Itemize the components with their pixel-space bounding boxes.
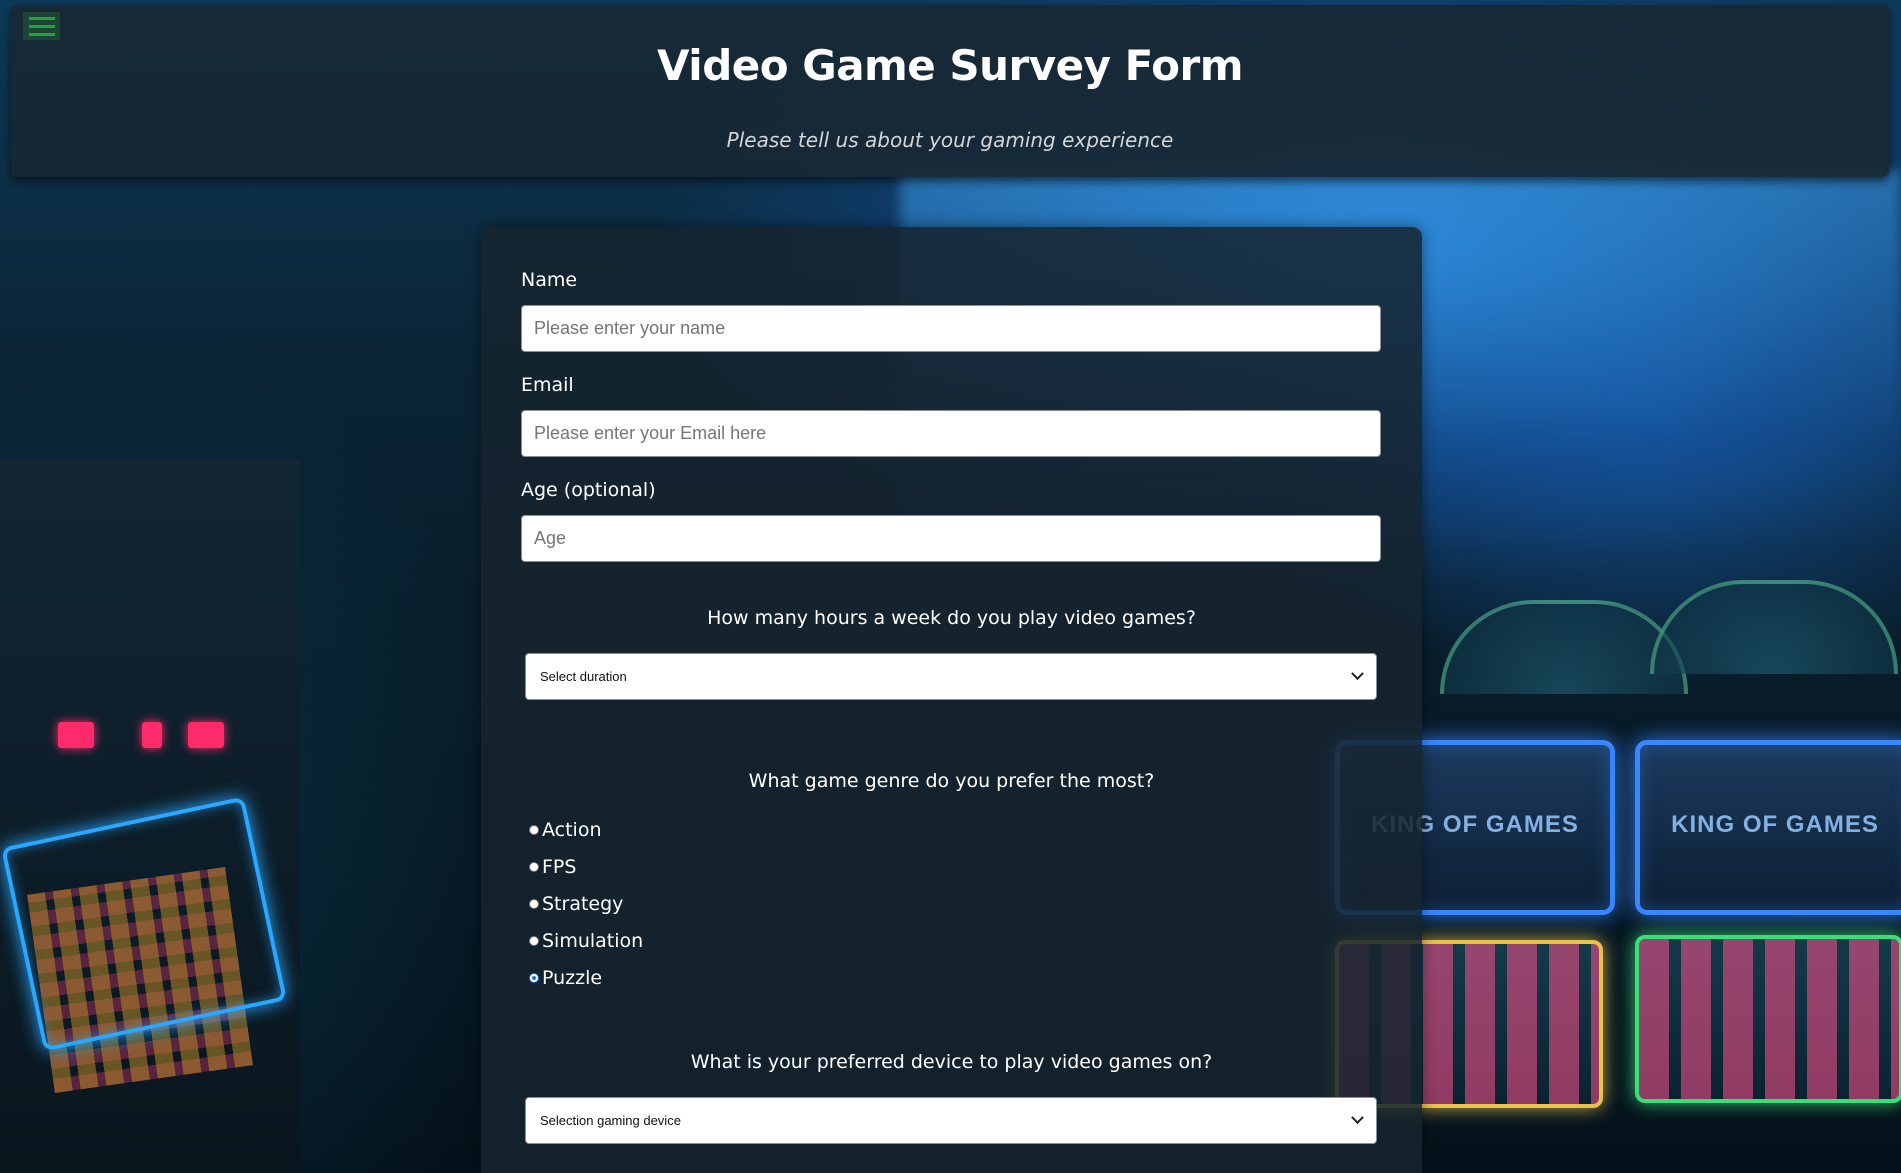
age-input[interactable] [521,515,1381,562]
slot-machine-lower [1635,935,1901,1103]
survey-form: Name Email Age (optional) How many hours… [481,227,1422,1173]
genre-option-puzzle[interactable]: Puzzle [529,967,602,989]
jackpot-sign [1650,580,1898,674]
page-subtitle: Please tell us about your gaming experie… [726,128,1174,152]
radio-button[interactable] [529,825,539,835]
menu-bar [28,32,55,36]
genre-option-label: Puzzle [542,967,603,989]
genre-option-label: Strategy [542,893,624,915]
menu-bar [28,16,55,20]
genre-option-action[interactable]: Action [529,819,602,841]
genre-option-label: Action [542,819,602,841]
name-label: Name [521,269,578,291]
radio-button-selected[interactable] [529,973,539,983]
genre-option-fps[interactable]: FPS [529,856,576,878]
menu-bar [28,24,55,28]
email-label: Email [521,374,574,396]
jackpot-sign [1440,600,1688,694]
hours-select-value: Select duration [540,669,627,684]
led-display [58,722,94,748]
page-header: Video Game Survey Form Please tell us ab… [11,5,1889,177]
genre-question: What game genre do you prefer the most? [748,770,1155,792]
genre-option-label: FPS [542,856,577,878]
hours-question: How many hours a week do you play video … [707,607,1196,629]
led-display [188,722,224,748]
radio-button[interactable] [529,862,539,872]
name-input[interactable] [521,305,1381,352]
device-question: What is your preferred device to play vi… [690,1051,1213,1073]
hamburger-menu-icon[interactable] [23,12,60,40]
device-select-value: Selection gaming device [540,1113,681,1128]
page-title: Video Game Survey Form [657,41,1243,90]
device-select[interactable]: Selection gaming device [525,1097,1377,1144]
genre-option-strategy[interactable]: Strategy [529,893,623,915]
led-display [142,722,162,748]
email-input[interactable] [521,410,1381,457]
genre-option-simulation[interactable]: Simulation [529,930,643,952]
hours-select[interactable]: Select duration [525,653,1377,700]
genre-option-label: Simulation [542,930,644,952]
chevron-down-icon [1351,667,1364,681]
slot-machine-screen: KING OF GAMES [1635,740,1901,915]
chevron-down-icon [1351,1111,1364,1125]
radio-button[interactable] [529,936,539,946]
radio-button[interactable] [529,899,539,909]
age-label: Age (optional) [521,479,656,501]
